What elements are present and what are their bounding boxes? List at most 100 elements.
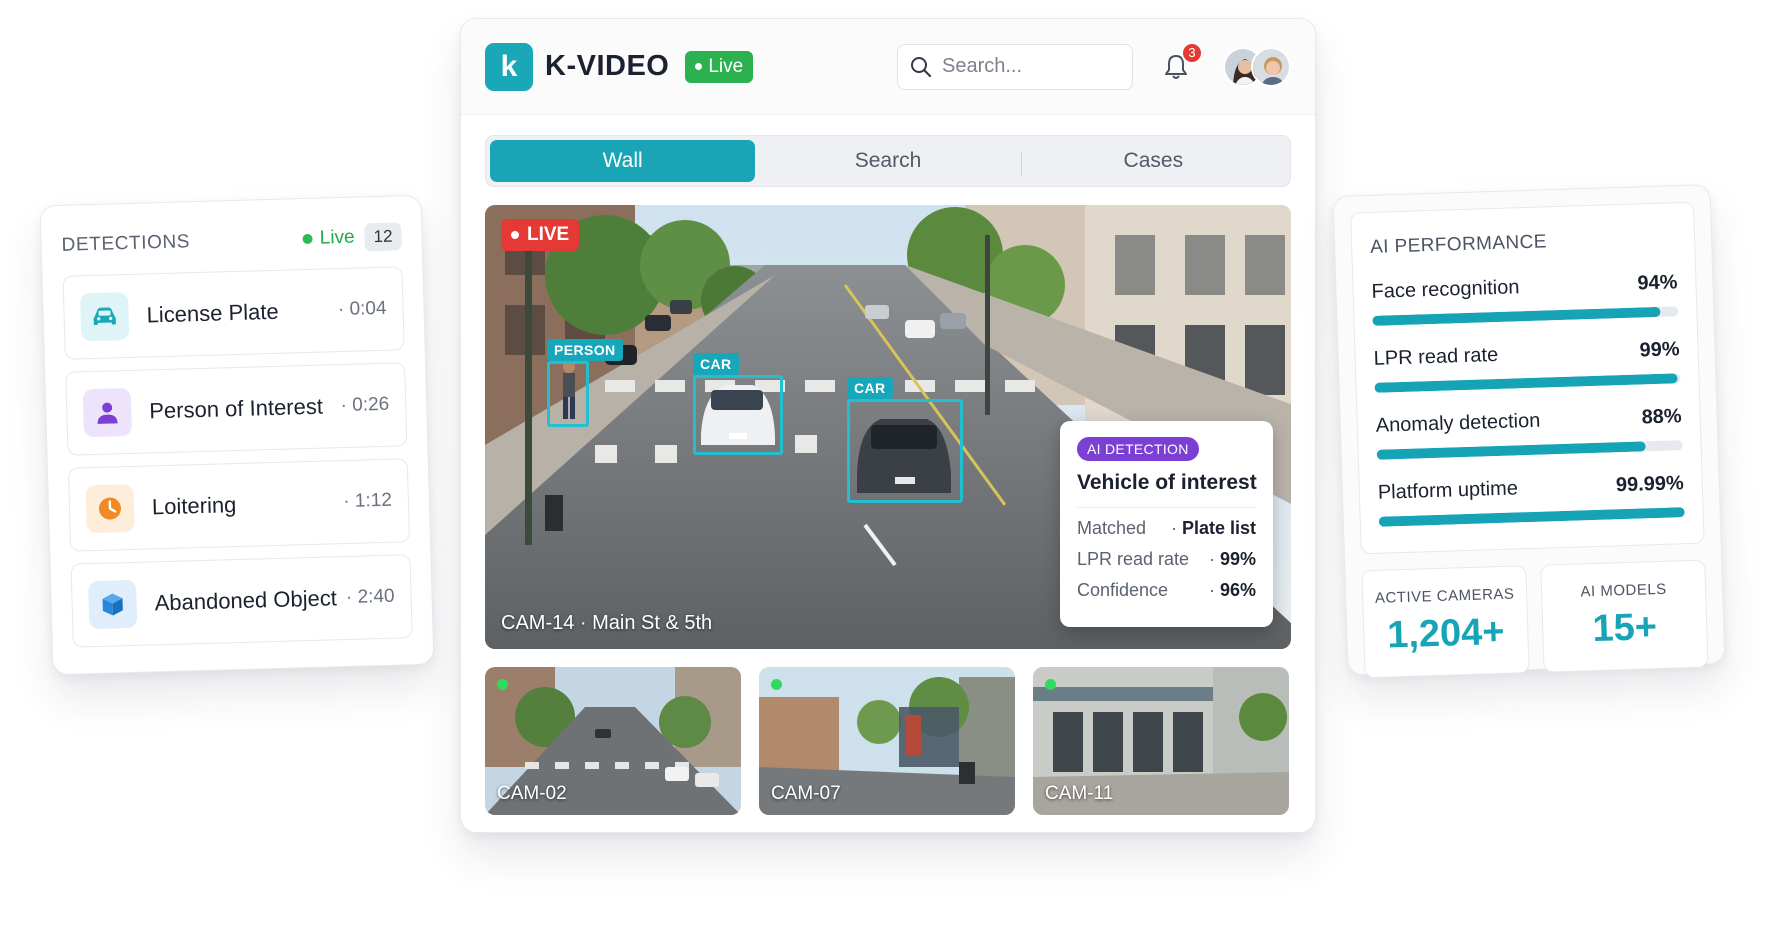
tab-cases-label: Cases bbox=[1123, 149, 1184, 172]
k-video-logo[interactable]: k bbox=[485, 42, 533, 91]
performance-metrics: AI PERFORMANCE Face recognition 94% LPR … bbox=[1350, 201, 1705, 555]
thumbnail-caption: CAM-11 bbox=[1045, 783, 1114, 804]
metric-platform-uptime: Platform uptime 99.99% bbox=[1378, 472, 1685, 527]
metric-label: Anomaly detection bbox=[1375, 409, 1541, 437]
metric-lpr-read-rate: LPR read rate 99% bbox=[1373, 338, 1681, 393]
person-bounding-box[interactable]: PERSON bbox=[547, 339, 623, 427]
search-box[interactable] bbox=[897, 43, 1133, 90]
camera-thumbnail-cam-11[interactable]: CAM-11 bbox=[1033, 667, 1289, 815]
metric-value: 99% bbox=[1639, 338, 1680, 362]
person-icon bbox=[82, 387, 132, 438]
metric-progress-fill bbox=[1374, 373, 1678, 393]
metric-label: Face recognition bbox=[1371, 276, 1520, 303]
clock-icon bbox=[85, 483, 135, 534]
camera-thumbnails: CAM-02 CAM-07 CAM-11 bbox=[485, 667, 1291, 815]
ai-detection-row: Matched · Plate list bbox=[1077, 518, 1256, 538]
stat-value: 1,204+ bbox=[1386, 610, 1506, 657]
detection-item-license-plate[interactable]: License Plate · 0:04 bbox=[62, 266, 405, 360]
detections-live-label: Live bbox=[319, 226, 355, 249]
detections-title: DETECTIONS bbox=[61, 231, 191, 256]
tab-search[interactable]: Search bbox=[755, 140, 1020, 182]
metric-anomaly-detection: Anomaly detection 88% bbox=[1375, 405, 1683, 460]
ai-row-key: LPR read rate bbox=[1077, 549, 1190, 569]
metric-progress-bar bbox=[1376, 440, 1683, 460]
detections-live-indicator: Live bbox=[302, 226, 355, 250]
live-feed-label: LIVE bbox=[527, 224, 570, 245]
detection-item-loitering[interactable]: Loitering · 1:12 bbox=[67, 458, 411, 552]
tab-cases[interactable]: Cases bbox=[1020, 140, 1286, 182]
stat-label: ACTIVE CAMERAS bbox=[1374, 585, 1515, 607]
metric-value: 88% bbox=[1641, 405, 1682, 429]
tab-divider bbox=[1020, 152, 1022, 176]
stat-ai-models: AI MODELS 15+ bbox=[1540, 559, 1709, 673]
ai-detection-popup[interactable]: AI DETECTION Vehicle of interest Matched… bbox=[1060, 421, 1273, 627]
metric-progress-bar bbox=[1372, 306, 1679, 326]
stat-value: 15+ bbox=[1591, 606, 1658, 651]
avatar[interactable] bbox=[1251, 46, 1291, 87]
main-window: k K-VIDEO Live 3 Wall Search Cases bbox=[460, 18, 1316, 833]
performance-title: AI PERFORMANCE bbox=[1369, 231, 1548, 258]
detections-count-badge: 12 bbox=[364, 222, 402, 252]
live-dot-icon bbox=[302, 233, 313, 245]
live-dot-icon bbox=[511, 231, 519, 239]
tab-wall[interactable]: Wall bbox=[490, 140, 756, 182]
ai-detection-chip: AI DETECTION bbox=[1077, 437, 1199, 461]
notification-count-badge: 3 bbox=[1181, 41, 1203, 64]
main-camera-feed[interactable]: LIVE PERSON CAR CAR CAM-14 · Main St & 5… bbox=[485, 205, 1291, 649]
bounding-box-label: CAR bbox=[693, 353, 739, 375]
online-status-dot bbox=[1045, 679, 1056, 690]
online-status-dot bbox=[771, 679, 782, 690]
car-bounding-box[interactable]: CAR bbox=[693, 353, 783, 455]
box-icon bbox=[88, 579, 138, 630]
detection-time: · 1:12 bbox=[343, 489, 393, 513]
user-avatars[interactable] bbox=[1223, 46, 1291, 87]
stat-active-cameras: ACTIVE CAMERAS 1,204+ bbox=[1361, 565, 1530, 679]
ai-performance-panel: AI PERFORMANCE Face recognition 94% LPR … bbox=[1332, 184, 1726, 679]
live-feed-badge: LIVE bbox=[501, 219, 580, 251]
ai-row-value: 99% bbox=[1219, 549, 1256, 569]
live-status-label: Live bbox=[708, 55, 744, 77]
bounding-box-label: PERSON bbox=[547, 339, 623, 361]
ai-row-value: Plate list bbox=[1181, 518, 1256, 538]
online-status-dot bbox=[497, 679, 508, 690]
metric-progress-bar bbox=[1374, 373, 1681, 393]
metric-value: 94% bbox=[1637, 271, 1678, 295]
car-icon bbox=[79, 291, 130, 342]
stats-row: ACTIVE CAMERAS 1,204+ AI MODELS 15+ bbox=[1361, 559, 1709, 679]
live-status-badge: Live bbox=[685, 50, 754, 83]
brand-name: K-VIDEO bbox=[545, 50, 670, 82]
ai-row-key: Confidence bbox=[1077, 580, 1169, 600]
search-input[interactable] bbox=[942, 55, 1112, 78]
metric-label: LPR read rate bbox=[1373, 343, 1499, 370]
camera-thumbnail-cam-07[interactable]: CAM-07 bbox=[759, 667, 1015, 815]
metric-face-recognition: Face recognition 94% bbox=[1371, 271, 1679, 326]
detection-label: Person of Interest bbox=[148, 393, 324, 424]
thumbnail-caption: CAM-02 bbox=[497, 783, 567, 804]
detection-time: · 0:04 bbox=[337, 297, 387, 321]
camera-caption: CAM-14 · Main St & 5th bbox=[501, 612, 713, 634]
metric-progress-fill bbox=[1376, 441, 1646, 460]
detection-time: · 2:40 bbox=[345, 585, 395, 609]
detections-panel: DETECTIONS Live 12 License Plate · 0:04 … bbox=[39, 194, 435, 676]
stat-label: AI MODELS bbox=[1580, 580, 1667, 601]
view-tabs: Wall Search Cases bbox=[485, 135, 1291, 187]
top-bar: k K-VIDEO Live 3 bbox=[461, 19, 1315, 115]
ai-detection-title: Vehicle of interest bbox=[1077, 471, 1257, 508]
metric-value: 99.99% bbox=[1615, 472, 1685, 497]
bounding-box-label: CAR bbox=[847, 377, 893, 399]
notifications-button[interactable]: 3 bbox=[1159, 41, 1203, 84]
detection-item-person-of-interest[interactable]: Person of Interest · 0:26 bbox=[65, 362, 408, 456]
search-icon bbox=[911, 56, 932, 77]
metric-progress-fill bbox=[1372, 306, 1661, 326]
live-dot-icon bbox=[695, 63, 703, 70]
camera-thumbnail-cam-02[interactable]: CAM-02 bbox=[485, 667, 741, 815]
car-bounding-box[interactable]: CAR bbox=[847, 377, 963, 503]
thumbnail-caption: CAM-07 bbox=[771, 783, 841, 804]
metric-progress-fill bbox=[1378, 507, 1685, 527]
detections-header: DETECTIONS Live 12 bbox=[61, 218, 402, 263]
detection-item-abandoned-object[interactable]: Abandoned Object · 2:40 bbox=[70, 554, 413, 648]
ai-detection-row: LPR read rate · 99% bbox=[1077, 549, 1256, 569]
ai-row-value: 96% bbox=[1219, 580, 1256, 600]
detection-time: · 0:26 bbox=[340, 393, 390, 417]
metric-label: Platform uptime bbox=[1377, 477, 1519, 504]
